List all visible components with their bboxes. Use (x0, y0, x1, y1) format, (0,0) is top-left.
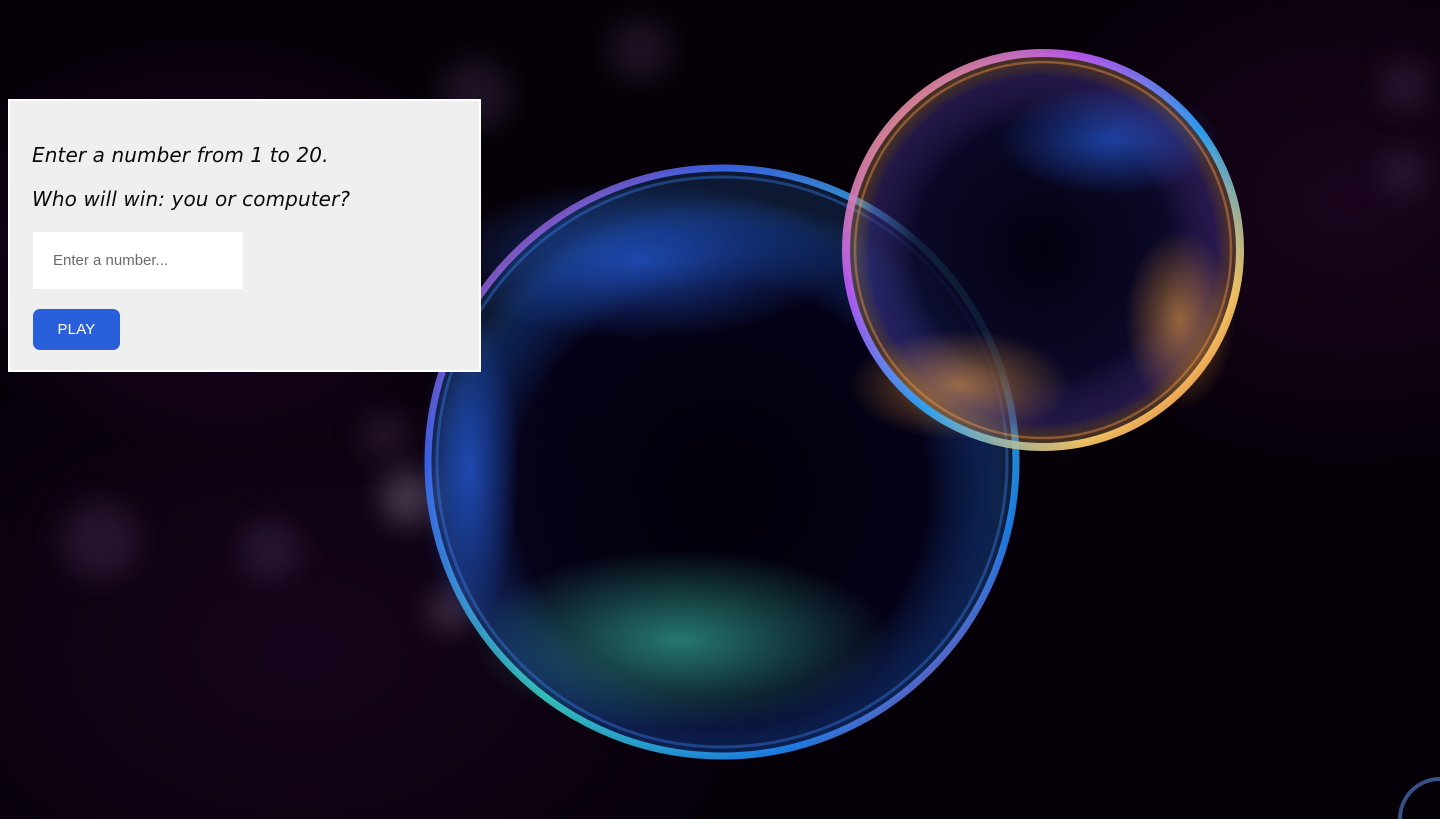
corner-bubble-edge (1398, 777, 1440, 819)
app-root: Enter a number from 1 to 20. Who will wi… (0, 0, 1440, 819)
instruction-text: Enter a number from 1 to 20. (32, 143, 329, 167)
small-bubble (842, 49, 1244, 451)
number-input[interactable] (33, 232, 243, 289)
game-panel: Enter a number from 1 to 20. Who will wi… (8, 99, 481, 372)
challenge-text: Who will win: you or computer? (32, 187, 351, 211)
play-button[interactable]: PLAY (33, 309, 120, 350)
